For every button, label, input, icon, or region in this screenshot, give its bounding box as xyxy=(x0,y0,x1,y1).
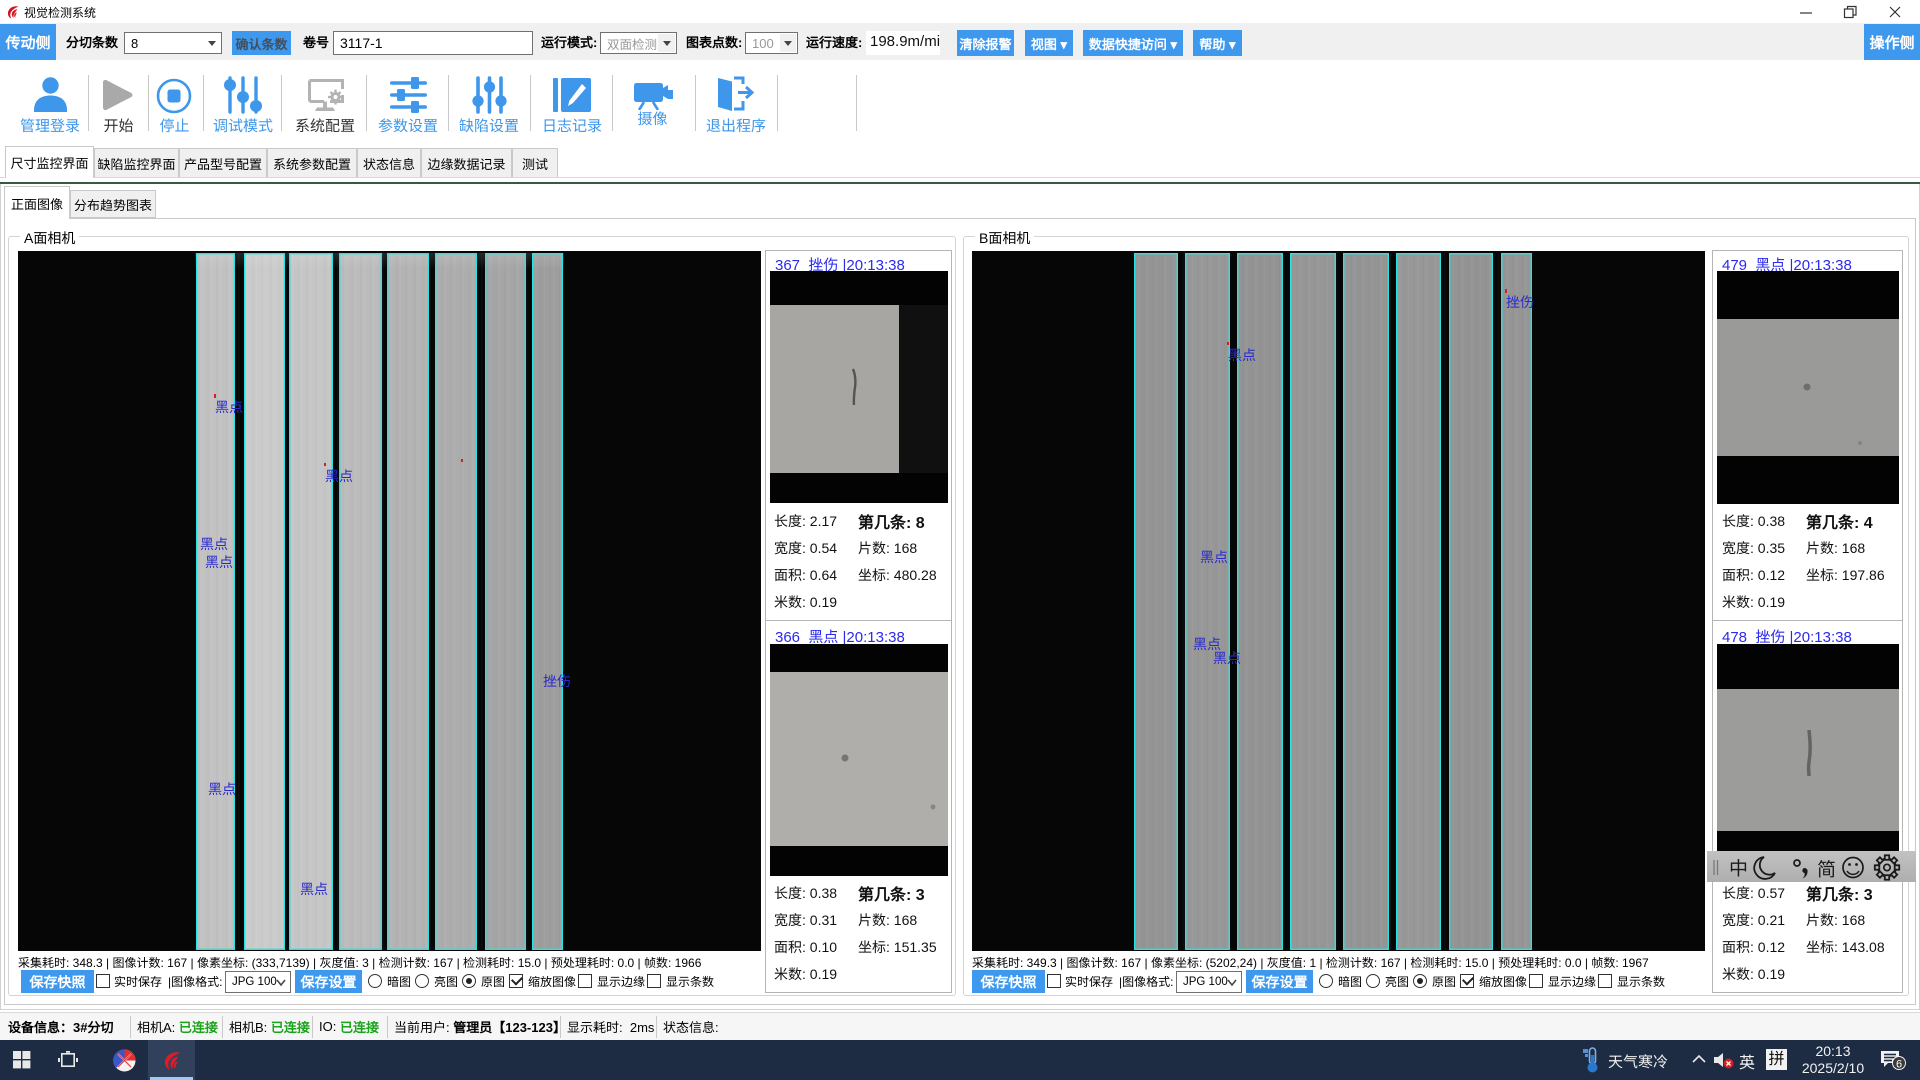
svg-text:黑点: 黑点 xyxy=(1200,547,1228,567)
svg-text:黑点: 黑点 xyxy=(300,879,328,899)
svg-text:挫伤: 挫伤 xyxy=(543,671,571,691)
svg-text:黑点: 黑点 xyxy=(215,397,243,417)
svg-text:简: 简 xyxy=(1817,855,1836,882)
svg-text:黑点: 黑点 xyxy=(208,779,236,799)
svg-text:黑点: 黑点 xyxy=(1213,648,1241,668)
svg-text:挫伤: 挫伤 xyxy=(1506,292,1534,312)
svg-text:中: 中 xyxy=(1729,854,1748,881)
svg-text:黑点: 黑点 xyxy=(1228,345,1256,365)
svg-text:黑点: 黑点 xyxy=(205,552,233,572)
svg-text:黑点: 黑点 xyxy=(200,534,228,554)
svg-text:6: 6 xyxy=(1896,1059,1902,1071)
svg-text:黑点: 黑点 xyxy=(325,466,353,486)
